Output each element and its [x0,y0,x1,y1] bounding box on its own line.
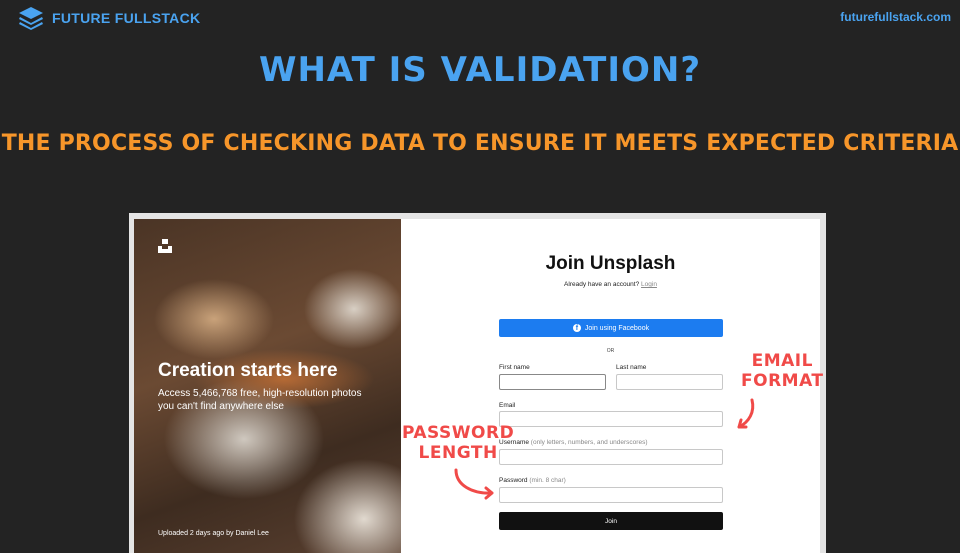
last-name-label: Last name [616,364,647,371]
password-arrow-icon [454,468,494,500]
facebook-icon: f [572,324,581,332]
email-input[interactable] [499,411,723,427]
last-name-input[interactable] [616,374,723,390]
email-format-annotation: EMAIL FORMAT [741,351,824,391]
hero-text: Access 5,466,768 free, high-resolution p… [158,388,362,412]
password-length-annotation: PASSWORD LENGTH [402,423,514,463]
brand-url[interactable]: futurefullstack.com [840,10,951,24]
slide-subtitle: THE PROCESS OF CHECKING DATA TO ENSURE I… [1,131,959,156]
username-label: Username (only letters, numbers, and und… [499,439,648,446]
join-button[interactable]: Join [499,512,723,530]
layers-icon [19,7,43,30]
brand-logo: FUTURE FULLSTACK [18,6,200,30]
have-account-text: Already have an account? [564,281,640,288]
brand-name: FUTURE FULLSTACK [52,10,201,26]
hero-photo: Creation starts here Access 5,466,768 fr… [134,219,401,553]
password-input[interactable] [499,487,723,503]
email-label: Email [499,402,516,409]
first-name-label: First name [499,364,530,371]
facebook-join-button[interactable]: f Join using Facebook [499,319,723,337]
email-annotation-line1: EMAIL [751,351,813,371]
facebook-label: Join using Facebook [584,324,650,332]
have-account: Already have an account? Login [401,281,820,288]
password-annotation-line2: LENGTH [418,443,498,463]
email-annotation-line2: FORMAT [741,371,824,391]
hero-heading: Creation starts here [158,360,338,381]
password-label-text: Password [499,477,528,484]
username-input[interactable] [499,449,723,465]
password-hint: (min. 8 char) [529,477,566,484]
form-title: Join Unsplash [545,253,676,274]
password-annotation-line1: PASSWORD [402,423,515,443]
screenshot-frame: Creation starts here Access 5,466,768 fr… [129,213,826,553]
first-name-input[interactable] [499,374,606,390]
login-link[interactable]: Login [641,281,657,288]
unsplash-logo-icon [158,239,172,253]
slide-title: WHAT IS VALIDATION? [258,50,702,90]
email-arrow-icon [737,398,755,429]
password-label: Password (min. 8 char) [499,477,566,484]
photo-credit: Uploaded 2 days ago by Daniel Lee [158,530,269,537]
username-hint: (only letters, numbers, and underscores) [530,439,648,446]
